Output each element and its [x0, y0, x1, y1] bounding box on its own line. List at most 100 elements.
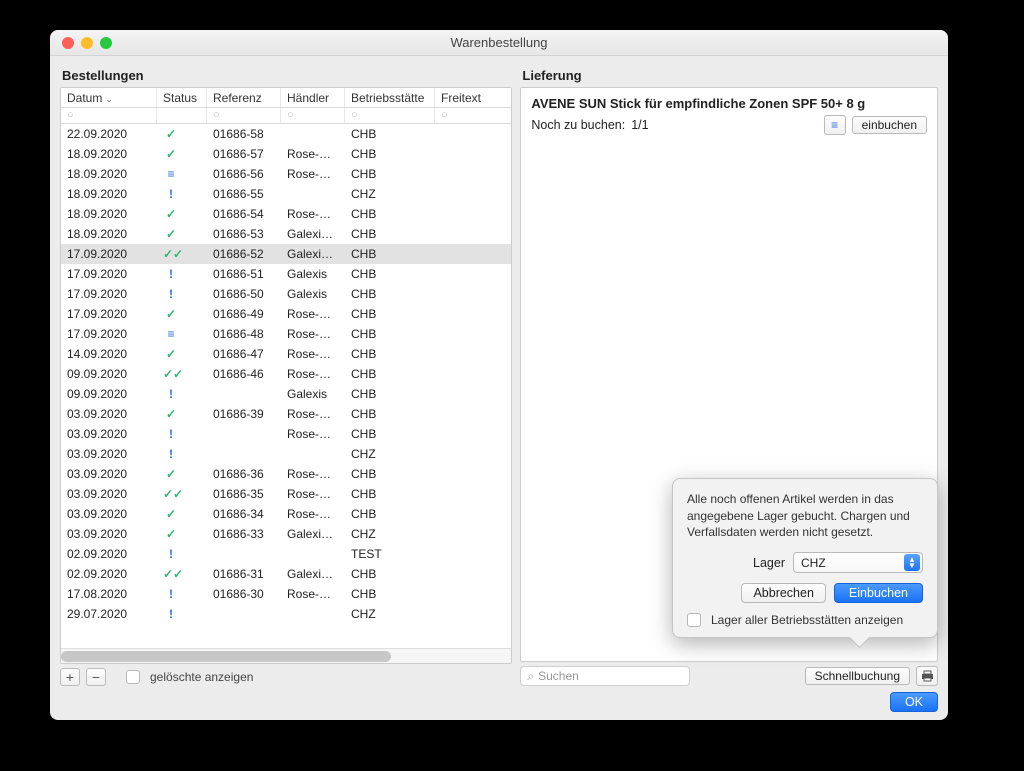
table-row[interactable]: 18.09.2020✓01686-54Rose-C…CHB: [61, 204, 511, 224]
cell-datum: 14.09.2020: [61, 347, 157, 361]
cell-referenz: 01686-51: [207, 267, 281, 281]
table-row[interactable]: 17.09.2020✓✓01686-52Galexis…CHB: [61, 244, 511, 264]
double-check-icon: ✓✓: [163, 247, 179, 261]
chevron-updown-icon: ▲▼: [904, 554, 920, 571]
table-row[interactable]: 03.09.2020!CHZ: [61, 444, 511, 464]
orders-footer: + − gelöschte anzeigen: [60, 664, 512, 686]
cell-status: !: [157, 607, 207, 621]
table-row[interactable]: 17.09.2020!01686-50GalexisCHB: [61, 284, 511, 304]
table-row[interactable]: 18.09.2020✓01686-57Rose-C…CHB: [61, 144, 511, 164]
titlebar[interactable]: Warenbestellung: [50, 30, 948, 56]
vertical-scrollbar[interactable]: [505, 124, 511, 633]
ok-button[interactable]: OK: [890, 692, 938, 712]
col-status[interactable]: Status: [157, 88, 207, 107]
remove-button[interactable]: −: [86, 668, 106, 686]
check-icon: ✓: [163, 127, 179, 141]
check-icon: ✓: [163, 347, 179, 361]
cell-datum: 18.09.2020: [61, 227, 157, 241]
cell-status: ✓: [157, 407, 207, 421]
show-all-stores-checkbox[interactable]: [687, 613, 701, 627]
cell-status: ✓✓: [157, 567, 207, 581]
filter-datum[interactable]: ○: [61, 108, 157, 123]
cell-status: ✓✓: [157, 247, 207, 261]
cell-haendler: Rose-C…: [281, 207, 345, 221]
cell-datum: 17.09.2020: [61, 287, 157, 301]
cell-status: !: [157, 427, 207, 441]
schnellbuchung-button[interactable]: Schnellbuchung: [805, 667, 910, 685]
delivery-title: Lieferung: [520, 66, 938, 87]
close-icon[interactable]: [62, 37, 74, 49]
filter-haendler[interactable]: ○: [281, 108, 345, 123]
cell-haendler: Rose-C…: [281, 167, 345, 181]
popover-confirm-button[interactable]: Einbuchen: [834, 583, 923, 603]
filter-betriebsstaette[interactable]: ○: [345, 108, 435, 123]
minimize-icon[interactable]: [81, 37, 93, 49]
cell-status: ≡: [157, 327, 207, 341]
table-row[interactable]: 03.09.2020✓01686-33Galexis…CHZ: [61, 524, 511, 544]
table-row[interactable]: 17.09.2020✓01686-49Rose-C…CHB: [61, 304, 511, 324]
print-button[interactable]: [916, 666, 938, 686]
cell-haendler: Galexis…: [281, 247, 345, 261]
check-icon: ✓: [163, 507, 179, 521]
filter-referenz[interactable]: ○: [207, 108, 281, 123]
table-row[interactable]: 02.09.2020✓✓01686-31Galexis…CHB: [61, 564, 511, 584]
table-row[interactable]: 17.08.2020!01686-30Rose-C…CHB: [61, 584, 511, 604]
double-check-icon: ✓✓: [163, 567, 179, 581]
col-haendler[interactable]: Händler: [281, 88, 345, 107]
show-deleted-checkbox[interactable]: [126, 670, 140, 684]
cell-haendler: Rose-C…: [281, 467, 345, 481]
col-datum[interactable]: Datum⌄: [61, 88, 157, 107]
table-row[interactable]: 03.09.2020✓01686-39Rose-C…CHB: [61, 404, 511, 424]
table-row[interactable]: 18.09.2020!01686-55CHZ: [61, 184, 511, 204]
maximize-icon[interactable]: [100, 37, 112, 49]
table-row[interactable]: 22.09.2020✓01686-58CHB: [61, 124, 511, 144]
table-row[interactable]: 29.07.2020!CHZ: [61, 604, 511, 624]
col-referenz[interactable]: Referenz: [207, 88, 281, 107]
cell-haendler: Rose-C…: [281, 507, 345, 521]
table-row[interactable]: 03.09.2020✓01686-34Rose-C…CHB: [61, 504, 511, 524]
cell-status: ≡: [157, 167, 207, 181]
list-icon-button[interactable]: ≡: [824, 115, 846, 135]
filter-status[interactable]: [157, 108, 207, 123]
add-button[interactable]: +: [60, 668, 80, 686]
cell-datum: 18.09.2020: [61, 207, 157, 221]
delivery-footer: ⌕ Suchen Schnellbuchung: [520, 662, 938, 686]
popover-cancel-button[interactable]: Abbrechen: [741, 583, 825, 603]
horizontal-scrollbar-thumb[interactable]: [61, 651, 391, 662]
cell-status: !: [157, 267, 207, 281]
cell-haendler: Galexis: [281, 287, 345, 301]
table-row[interactable]: 18.09.2020≡01686-56Rose-C…CHB: [61, 164, 511, 184]
cell-status: ✓: [157, 207, 207, 221]
table-row[interactable]: 17.09.2020≡01686-48Rose-C…CHB: [61, 324, 511, 344]
exclamation-icon: !: [163, 447, 179, 461]
table-row[interactable]: 09.09.2020✓✓01686-46Rose-C…CHB: [61, 364, 511, 384]
table-row[interactable]: 18.09.2020✓01686-53Galexis…CHB: [61, 224, 511, 244]
cell-haendler: Rose-C…: [281, 347, 345, 361]
cell-betriebsstaette: CHB: [345, 587, 435, 601]
col-betriebsstaette[interactable]: Betriebsstätte: [345, 88, 435, 107]
cell-datum: 03.09.2020: [61, 427, 157, 441]
table-row[interactable]: 09.09.2020!GalexisCHB: [61, 384, 511, 404]
table-row[interactable]: 03.09.2020✓✓01686-35Rose-C…CHB: [61, 484, 511, 504]
search-input[interactable]: ⌕ Suchen: [520, 666, 690, 686]
list-icon: ≡: [163, 167, 179, 181]
table-row[interactable]: 03.09.2020✓01686-36Rose-C…CHB: [61, 464, 511, 484]
cell-status: ✓✓: [157, 487, 207, 501]
cell-haendler: Rose-C…: [281, 407, 345, 421]
table-row[interactable]: 14.09.2020✓01686-47Rose-C…CHB: [61, 344, 511, 364]
filter-freitext[interactable]: ○: [435, 108, 511, 123]
orders-table-body[interactable]: 22.09.2020✓01686-58CHB18.09.2020✓01686-5…: [61, 124, 511, 648]
show-deleted-label: gelöschte anzeigen: [150, 670, 253, 684]
orders-table: Datum⌄ Status Referenz Händler Betriebss…: [60, 87, 512, 664]
cell-referenz: 01686-35: [207, 487, 281, 501]
table-row[interactable]: 03.09.2020!Rose-C…CHB: [61, 424, 511, 444]
cell-betriebsstaette: CHZ: [345, 527, 435, 541]
lager-select[interactable]: CHZ ▲▼: [793, 552, 923, 573]
horizontal-scrollbar[interactable]: [61, 648, 511, 663]
col-freitext[interactable]: Freitext: [435, 88, 511, 107]
cell-status: !: [157, 387, 207, 401]
table-row[interactable]: 17.09.2020!01686-51GalexisCHB: [61, 264, 511, 284]
cell-haendler: Rose-C…: [281, 367, 345, 381]
einbuchen-button[interactable]: einbuchen: [852, 116, 927, 134]
table-row[interactable]: 02.09.2020!TEST: [61, 544, 511, 564]
